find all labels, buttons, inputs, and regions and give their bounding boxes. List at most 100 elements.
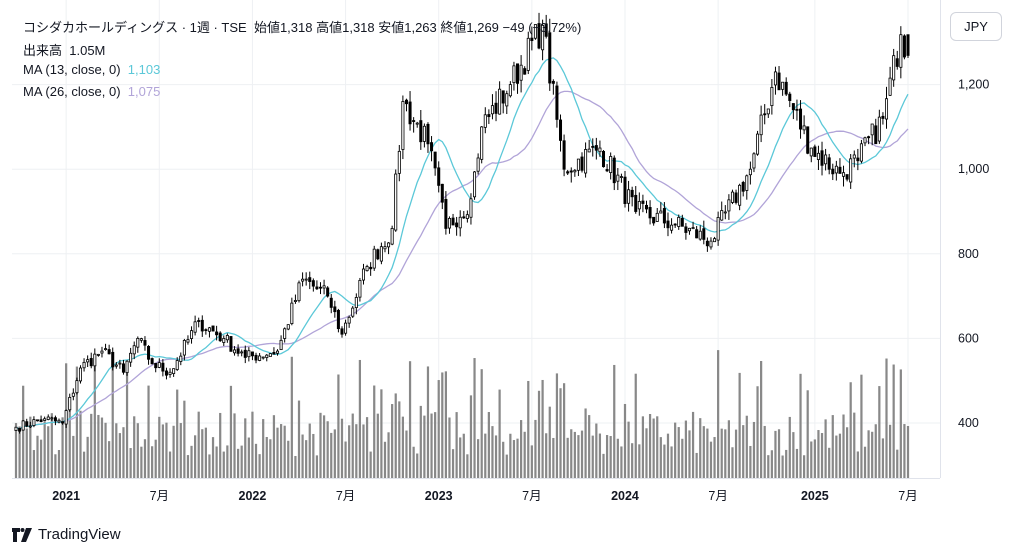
volume-bar	[638, 444, 641, 478]
candle-body	[168, 371, 172, 375]
volume-bar	[79, 410, 82, 478]
volume-bar	[681, 438, 684, 478]
volume-bar	[502, 441, 505, 478]
volume-bar	[380, 389, 383, 478]
volume-bar	[279, 424, 283, 478]
volume-bar	[785, 449, 788, 478]
candle-body	[698, 230, 702, 240]
volume-bar	[853, 412, 856, 478]
volume-bar	[566, 437, 569, 478]
volume-series	[14, 350, 910, 478]
volume-bar	[803, 455, 806, 478]
volume-bar	[899, 369, 902, 478]
candle-body	[555, 85, 559, 120]
volume-bar	[734, 429, 738, 478]
candle-body	[326, 287, 330, 297]
volume-bar	[677, 427, 680, 478]
volume-bar	[835, 435, 838, 478]
candle-body	[57, 419, 61, 423]
volume-bar	[527, 380, 530, 478]
candle-body	[129, 352, 133, 363]
candle-body	[354, 297, 358, 309]
volume-bar	[674, 422, 677, 478]
candle-body	[820, 150, 824, 166]
volume-bar	[39, 439, 43, 478]
candle-body	[390, 228, 394, 245]
volume-bar	[856, 451, 859, 478]
volume-bar	[165, 422, 168, 478]
volume-bar	[519, 420, 523, 478]
candle-body	[516, 63, 520, 84]
volume-bar	[702, 426, 705, 478]
volume-bar	[477, 439, 480, 478]
candle-body	[644, 204, 649, 210]
volume-bar	[831, 415, 834, 478]
candle-body	[630, 189, 634, 198]
candle-body	[906, 34, 910, 56]
candle-body	[96, 353, 100, 356]
candle-body	[136, 338, 140, 348]
candle-body	[483, 114, 487, 128]
volume-bar	[795, 448, 799, 478]
candle-body	[250, 351, 254, 357]
candle-body	[301, 278, 305, 282]
candle-body	[28, 425, 32, 428]
volume-bar	[871, 431, 874, 478]
currency-button[interactable]: JPY	[950, 12, 1002, 41]
volume-bar	[201, 429, 204, 478]
volume-bar	[176, 389, 179, 478]
candle-body	[856, 157, 860, 162]
candle-body	[902, 35, 906, 58]
volume-bar	[151, 446, 154, 478]
candle-body	[150, 358, 154, 365]
volume-bar	[394, 393, 397, 478]
candle-body	[695, 229, 699, 239]
candle-body	[881, 115, 885, 119]
candle-body	[687, 227, 691, 232]
volume-bar	[645, 428, 648, 478]
candle-body	[487, 114, 491, 118]
candle-body	[888, 77, 892, 96]
volume-bar	[530, 445, 533, 478]
volume-bar	[462, 433, 465, 478]
volume-bar	[186, 455, 190, 478]
candle-body	[308, 277, 312, 282]
candle-body	[218, 332, 222, 342]
candle-body	[215, 331, 219, 336]
volume-bar	[233, 413, 236, 478]
candle-body	[315, 286, 319, 290]
candle-body	[799, 108, 803, 130]
volume-bar	[158, 416, 161, 478]
candle-body	[258, 355, 262, 361]
volume-bar	[584, 408, 587, 478]
volume-bar	[68, 400, 71, 478]
volume-bar	[32, 450, 36, 478]
candle-body	[21, 420, 25, 431]
candle-body	[895, 58, 899, 67]
candle-body	[50, 417, 54, 420]
volume-bar	[194, 435, 197, 478]
candle-body	[652, 216, 656, 224]
candle-body	[53, 417, 57, 422]
volume-bar	[204, 427, 207, 478]
volume-bar	[179, 423, 182, 478]
candle-body	[304, 278, 308, 281]
ma13-label: MA (13, close, 0)	[23, 62, 121, 77]
candle-body	[39, 419, 43, 423]
candle-body	[408, 101, 412, 125]
volume-bar	[25, 428, 28, 478]
time-tick-label: 7月	[898, 489, 917, 503]
time-axis[interactable]: 2021 7月 2022 7月 2023 7月 2024 7月 2025 7月	[52, 489, 917, 503]
price-axis[interactable]: 400 600 800 1,000 1,200	[958, 78, 989, 430]
ma26-label: MA (26, close, 0)	[23, 84, 121, 99]
time-tick-label: 7月	[708, 489, 727, 503]
tradingview-logo[interactable]: TradingView	[12, 526, 121, 543]
candle-body	[641, 200, 645, 204]
volume-bar	[820, 433, 824, 478]
candle-body	[473, 171, 477, 198]
volume-bar	[161, 424, 164, 478]
candle-body	[680, 218, 684, 227]
volume-bar	[605, 435, 609, 478]
volume-bar	[512, 440, 516, 478]
volume-bar	[627, 421, 630, 478]
